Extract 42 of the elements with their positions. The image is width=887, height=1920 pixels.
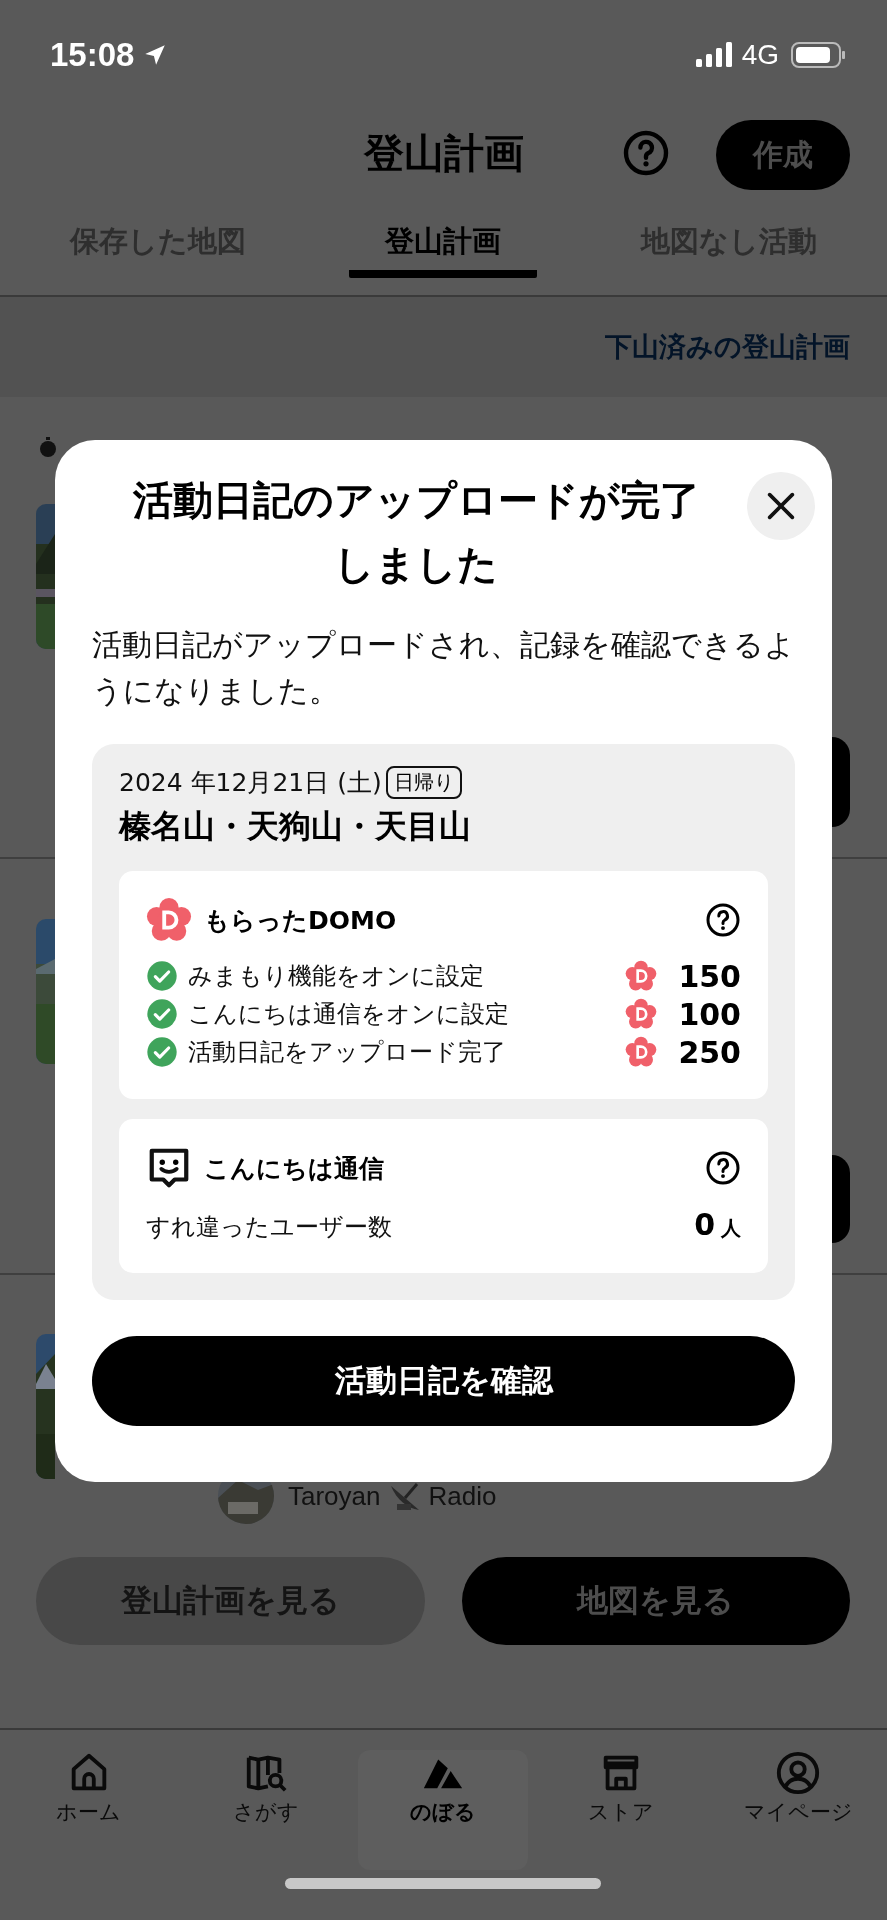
domo-flower-icon	[625, 998, 657, 1030]
trip-type-tag: 日帰り	[385, 766, 462, 799]
nav-tab[interactable]: のぼる	[358, 1750, 529, 1870]
domo-flower-icon	[625, 960, 657, 992]
reward-label: みまもり機能をオンに設定	[188, 961, 485, 992]
section-title: こんにちは通信	[204, 1152, 385, 1185]
view-diary-button[interactable]: 活動日記を確認	[92, 1336, 795, 1426]
domo-flower-icon	[146, 897, 192, 943]
reward-points: 250	[677, 1034, 741, 1070]
user-icon	[775, 1750, 822, 1796]
network-label: 4G	[741, 39, 779, 71]
reward-points: 150	[677, 958, 741, 994]
create-button[interactable]: 作成	[716, 120, 850, 190]
author-name: Radio	[428, 1480, 497, 1512]
section-title: もらったDOMO	[204, 904, 398, 937]
reward-label: こんにちは通信をオンに設定	[188, 999, 510, 1030]
passed-users-label: すれ違ったユーザー数	[146, 1212, 393, 1243]
nav-tab[interactable]: マイページ	[713, 1750, 884, 1870]
view-map-button[interactable]: 地図を見る	[461, 1557, 850, 1645]
page-title: 登山計画	[363, 128, 524, 178]
nav-tab[interactable]: ホーム	[3, 1750, 174, 1870]
activity-name: 榛名山・天狗山・天目山	[119, 806, 472, 847]
help-icon[interactable]	[705, 902, 741, 938]
battery-icon	[791, 41, 847, 69]
signal-icon	[695, 42, 734, 68]
help-icon[interactable]	[705, 1150, 741, 1186]
count-unit: 人	[721, 1215, 741, 1242]
reward-label: 活動日記をアップロード完了	[188, 1037, 507, 1068]
completed-plans-link[interactable]: 下山済みの登山計画	[605, 329, 850, 365]
activity-date: 2024 年12月21日 (土)	[119, 767, 382, 799]
domo-flower-icon	[625, 1036, 657, 1068]
status-time: 15:08	[50, 36, 135, 74]
nav-tab[interactable]: ストア	[535, 1750, 706, 1870]
tab[interactable]: 登山計画	[349, 214, 538, 278]
nav-tab[interactable]: さがす	[181, 1750, 352, 1870]
dialog-title: 活動日記のアップロードが完了しました	[131, 476, 701, 589]
passed-users-count: 0	[694, 1207, 715, 1242]
dialog-message: 活動日記がアップロードされ、記録を確認できるようになりました。	[92, 627, 795, 710]
reward-points: 100	[677, 996, 741, 1032]
dark-button[interactable]	[832, 1155, 850, 1243]
dark-button[interactable]	[832, 737, 850, 827]
author-name: Taroyan	[288, 1480, 381, 1512]
